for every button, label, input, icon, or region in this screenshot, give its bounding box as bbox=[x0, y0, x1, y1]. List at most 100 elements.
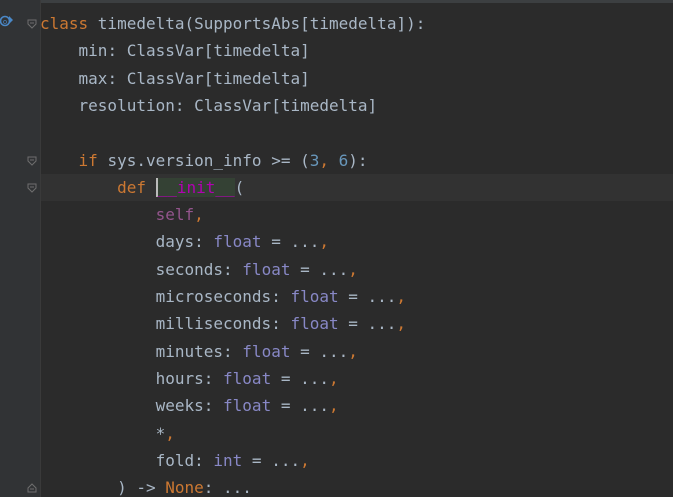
svg-text:o: o bbox=[3, 18, 7, 26]
code-token: [ bbox=[300, 14, 310, 33]
code-token: ClassVar bbox=[126, 68, 204, 88]
code-token: hours bbox=[40, 368, 204, 388]
code-line[interactable]: resolution: ClassVar[timedelta] bbox=[40, 92, 378, 119]
code-token: def bbox=[117, 177, 156, 197]
code-token: float bbox=[290, 314, 339, 334]
code-line[interactable]: hours: float = ..., bbox=[40, 365, 339, 392]
code-token: resolution bbox=[40, 95, 175, 115]
code-token: = ... bbox=[271, 368, 329, 388]
code-token: 3 bbox=[309, 150, 320, 170]
code-token: : bbox=[203, 368, 224, 388]
code-line[interactable]: fold: int = ..., bbox=[40, 447, 310, 474]
code-token: : bbox=[174, 95, 195, 115]
code-token: , bbox=[194, 205, 204, 225]
code-token: self bbox=[155, 205, 195, 225]
code-token: , bbox=[348, 259, 358, 279]
code-token: ( bbox=[234, 177, 245, 197]
code-line[interactable]: max: ClassVar[timedelta] bbox=[40, 65, 310, 92]
code-token: float bbox=[213, 232, 262, 252]
code-token: sys.version_info bbox=[107, 150, 272, 170]
code-token: : ... bbox=[203, 478, 252, 497]
code-token: ( bbox=[184, 14, 195, 33]
fold-close-icon[interactable] bbox=[27, 483, 37, 493]
code-token: min bbox=[40, 41, 108, 61]
code-token: * bbox=[40, 423, 166, 443]
code-token: [ bbox=[271, 95, 281, 115]
implemented-method-icon[interactable]: o bbox=[0, 14, 14, 30]
code-token: timedelta bbox=[97, 14, 185, 33]
code-token: float bbox=[223, 396, 272, 416]
fold-open-icon[interactable] bbox=[27, 183, 37, 193]
code-line[interactable]: milliseconds: float = ..., bbox=[40, 310, 406, 337]
code-token: None bbox=[165, 478, 204, 497]
code-token: ): bbox=[348, 150, 368, 170]
code-line[interactable]: if sys.version_info >= (3, 6): bbox=[40, 147, 368, 174]
code-token: microseconds bbox=[40, 287, 272, 306]
code-token: , bbox=[396, 314, 407, 334]
code-token: ] bbox=[300, 41, 310, 61]
code-token: SupportsAbs bbox=[194, 14, 301, 33]
code-line[interactable]: ) -> None: ... bbox=[40, 474, 252, 497]
code-token: , bbox=[329, 368, 339, 388]
code-token: : bbox=[194, 232, 214, 252]
fold-open-icon[interactable] bbox=[27, 156, 37, 166]
code-token: weeks bbox=[40, 396, 204, 416]
editor-gutter[interactable]: o bbox=[0, 0, 40, 497]
code-token: ClassVar bbox=[126, 41, 204, 61]
code-line[interactable]: days: float = ..., bbox=[40, 228, 329, 255]
code-editor[interactable]: o class timedelta(SupportsAbs[timedelta]… bbox=[0, 0, 673, 497]
code-line[interactable]: *, bbox=[40, 420, 175, 447]
code-token: , bbox=[329, 396, 339, 416]
code-token: days bbox=[40, 232, 195, 252]
code-line[interactable]: weeks: float = ..., bbox=[40, 392, 339, 419]
code-token: float bbox=[242, 259, 291, 279]
code-token: : bbox=[194, 450, 214, 470]
code-token: timedelta bbox=[213, 41, 301, 61]
code-token: = ... bbox=[261, 232, 320, 252]
code-line[interactable]: class timedelta(SupportsAbs[timedelta]): bbox=[40, 10, 425, 37]
code-token: seconds bbox=[40, 259, 224, 279]
code-token: float bbox=[290, 287, 339, 306]
code-token: ] bbox=[367, 95, 378, 115]
code-token: : bbox=[223, 259, 243, 279]
code-token: timedelta bbox=[213, 68, 301, 88]
code-token: >= ( bbox=[271, 150, 310, 170]
code-token: , bbox=[396, 287, 407, 306]
code-token: int bbox=[213, 450, 243, 470]
code-line[interactable]: seconds: float = ..., bbox=[40, 256, 358, 283]
code-token: class bbox=[40, 14, 98, 33]
code-line[interactable]: def __init__( bbox=[40, 174, 244, 201]
code-line[interactable]: min: ClassVar[timedelta] bbox=[40, 37, 310, 64]
code-token: max bbox=[40, 68, 108, 88]
code-token: __init__ bbox=[155, 177, 235, 197]
code-line[interactable]: minutes: float = ..., bbox=[40, 338, 358, 365]
code-token: = ... bbox=[271, 396, 329, 416]
code-line[interactable]: microseconds: float = ..., bbox=[40, 283, 406, 310]
code-token: ClassVar bbox=[194, 95, 272, 115]
code-token: ]): bbox=[396, 14, 426, 33]
code-line[interactable]: self, bbox=[40, 201, 204, 228]
code-token: = ... bbox=[338, 287, 397, 306]
code-token: milliseconds bbox=[40, 314, 272, 334]
code-token: 6 bbox=[338, 150, 349, 170]
fold-open-icon[interactable] bbox=[27, 19, 37, 29]
code-token: : bbox=[203, 396, 224, 416]
code-token: timedelta bbox=[280, 95, 368, 115]
code-token: : bbox=[107, 68, 127, 88]
code-token: = ... bbox=[290, 341, 349, 361]
code-token: = ... bbox=[290, 259, 349, 279]
code-token: , bbox=[300, 450, 310, 470]
code-token: [ bbox=[203, 41, 214, 61]
editor-top-border bbox=[0, 0, 673, 3]
code-token: minutes bbox=[40, 341, 224, 361]
code-token: timedelta bbox=[309, 14, 397, 33]
code-token: , bbox=[319, 150, 339, 170]
code-token: = ... bbox=[338, 314, 397, 334]
code-token: if bbox=[78, 150, 108, 170]
code-token: , bbox=[165, 423, 175, 443]
code-token: fold bbox=[40, 450, 195, 470]
code-token: float bbox=[242, 341, 291, 361]
code-token: , bbox=[319, 232, 329, 252]
